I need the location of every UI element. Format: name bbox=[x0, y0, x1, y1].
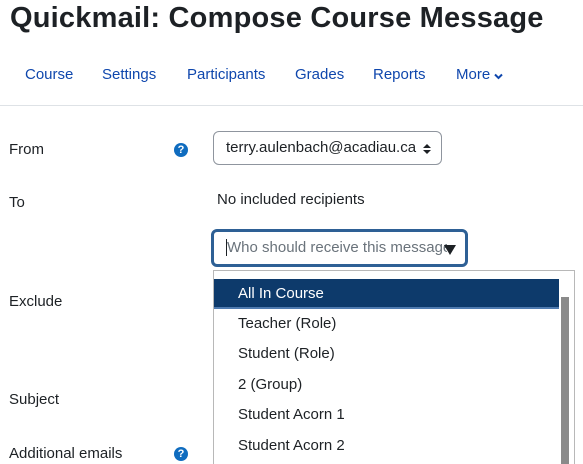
recipient-options-listbox[interactable]: All In Course Teacher (Role) Student (Ro… bbox=[213, 270, 575, 464]
nav-more-label: More bbox=[456, 66, 491, 83]
recipient-option[interactable]: Student Acorn 2 bbox=[214, 431, 559, 461]
additional-emails-label: Additional emails bbox=[9, 445, 123, 462]
secondary-navigation: Course Settings Participants Grades Repo… bbox=[0, 58, 583, 94]
nav-reports[interactable]: Reports bbox=[373, 66, 426, 83]
listbox-scrollbar-thumb[interactable] bbox=[561, 297, 569, 464]
nav-settings[interactable]: Settings bbox=[102, 66, 156, 83]
nav-participants[interactable]: Participants bbox=[187, 66, 265, 83]
question-circle-icon[interactable]: ? bbox=[174, 447, 188, 461]
listbox-scrollbar[interactable] bbox=[559, 271, 573, 464]
from-label: From bbox=[9, 141, 44, 158]
nav-divider bbox=[0, 105, 583, 106]
recipient-option[interactable]: All In Course bbox=[214, 279, 559, 309]
recipient-option[interactable]: Teacher (Role) bbox=[214, 309, 559, 339]
sort-arrows-icon bbox=[423, 142, 431, 159]
from-select-value: terry.aulenbach@acadiau.ca bbox=[226, 139, 417, 156]
recipient-option[interactable]: 2 (Group) bbox=[214, 370, 559, 400]
from-select[interactable]: terry.aulenbach@acadiau.ca bbox=[213, 131, 442, 165]
recipient-option[interactable]: Student Acorn 1 bbox=[214, 400, 559, 430]
question-circle-icon[interactable]: ? bbox=[174, 143, 188, 157]
recipient-combobox[interactable] bbox=[211, 229, 468, 267]
subject-label: Subject bbox=[9, 391, 60, 408]
nav-course[interactable]: Course bbox=[25, 66, 73, 83]
recipients-status: No included recipients bbox=[217, 191, 365, 208]
chevron-down-icon bbox=[494, 67, 503, 84]
caret-down-icon[interactable] bbox=[444, 242, 456, 260]
nav-more[interactable]: More bbox=[456, 66, 503, 84]
recipient-search-input[interactable] bbox=[226, 239, 447, 256]
page-title: Quickmail: Compose Course Message bbox=[10, 2, 544, 34]
nav-grades[interactable]: Grades bbox=[295, 66, 344, 83]
to-label: To bbox=[9, 194, 25, 211]
compose-page: Quickmail: Compose Course Message Course… bbox=[0, 0, 583, 464]
recipient-option[interactable]: Student (Role) bbox=[214, 339, 559, 369]
exclude-label: Exclude bbox=[9, 293, 63, 310]
